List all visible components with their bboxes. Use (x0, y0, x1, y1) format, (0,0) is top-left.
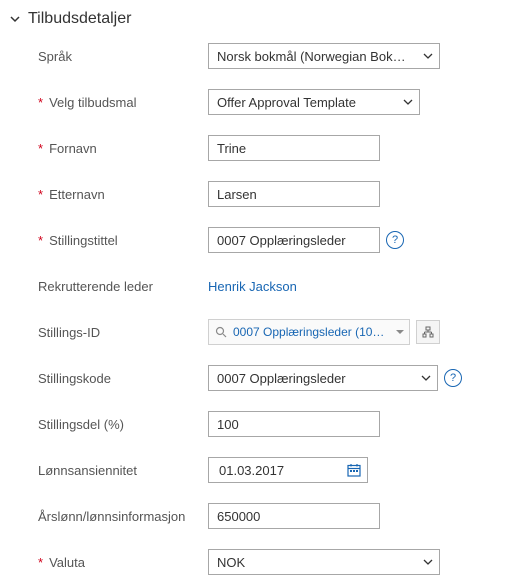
chevron-down-icon (8, 12, 22, 26)
position-code-value: 0007 Opplæringsleder (217, 371, 346, 386)
help-icon[interactable]: ? (386, 231, 404, 249)
position-id-value: 0007 Opplæringsleder (100002 (233, 325, 389, 339)
label-seniority: Lønnsansiennitet (38, 463, 208, 478)
label-template: *Velg tilbudsmal (38, 95, 208, 110)
section-title: Tilbudsdetaljer (28, 10, 131, 28)
salary-input[interactable] (208, 503, 380, 529)
language-select-value: Norsk bokmål (Norwegian Bokmål) (217, 49, 415, 64)
seniority-date-value: 01.03.2017 (219, 463, 284, 478)
org-chart-button[interactable] (416, 320, 440, 344)
label-language: Språk (38, 49, 208, 64)
seniority-date-input[interactable]: 01.03.2017 (208, 457, 368, 483)
chevron-down-icon (423, 51, 433, 61)
label-position-fraction: Stillingsdel (%) (38, 417, 208, 432)
label-last-name: *Etternavn (38, 187, 208, 202)
label-position-code: Stillingskode (38, 371, 208, 386)
currency-select[interactable]: NOK (208, 549, 440, 575)
section-header[interactable]: Tilbudsdetaljer (8, 10, 498, 28)
help-icon[interactable]: ? (444, 369, 462, 387)
label-currency: *Valuta (38, 555, 208, 570)
last-name-input[interactable] (208, 181, 380, 207)
label-position-id: Stillings-ID (38, 325, 208, 340)
first-name-input[interactable] (208, 135, 380, 161)
job-title-input[interactable] (208, 227, 380, 253)
dropdown-icon (396, 328, 404, 336)
search-icon (215, 326, 227, 338)
currency-value: NOK (217, 555, 245, 570)
recruiting-manager-value: Henrik Jackson (208, 279, 297, 294)
offer-details-form: Språk Norsk bokmål (Norwegian Bokmål) *V… (8, 42, 498, 576)
label-job-title: *Stillingstittel (38, 233, 208, 248)
position-code-select[interactable]: 0007 Opplæringsleder (208, 365, 438, 391)
template-select-value: Offer Approval Template (217, 95, 356, 110)
template-select[interactable]: Offer Approval Template (208, 89, 420, 115)
language-select[interactable]: Norsk bokmål (Norwegian Bokmål) (208, 43, 440, 69)
label-salary: Årslønn/lønnsinformasjon (38, 509, 208, 524)
calendar-icon[interactable] (347, 463, 361, 477)
chevron-down-icon (423, 557, 433, 567)
label-first-name: *Fornavn (38, 141, 208, 156)
label-recruiting-manager: Rekrutterende leder (38, 279, 208, 294)
chevron-down-icon (403, 97, 413, 107)
position-id-lookup[interactable]: 0007 Opplæringsleder (100002 (208, 319, 410, 345)
chevron-down-icon (421, 373, 431, 383)
position-fraction-input[interactable] (208, 411, 380, 437)
